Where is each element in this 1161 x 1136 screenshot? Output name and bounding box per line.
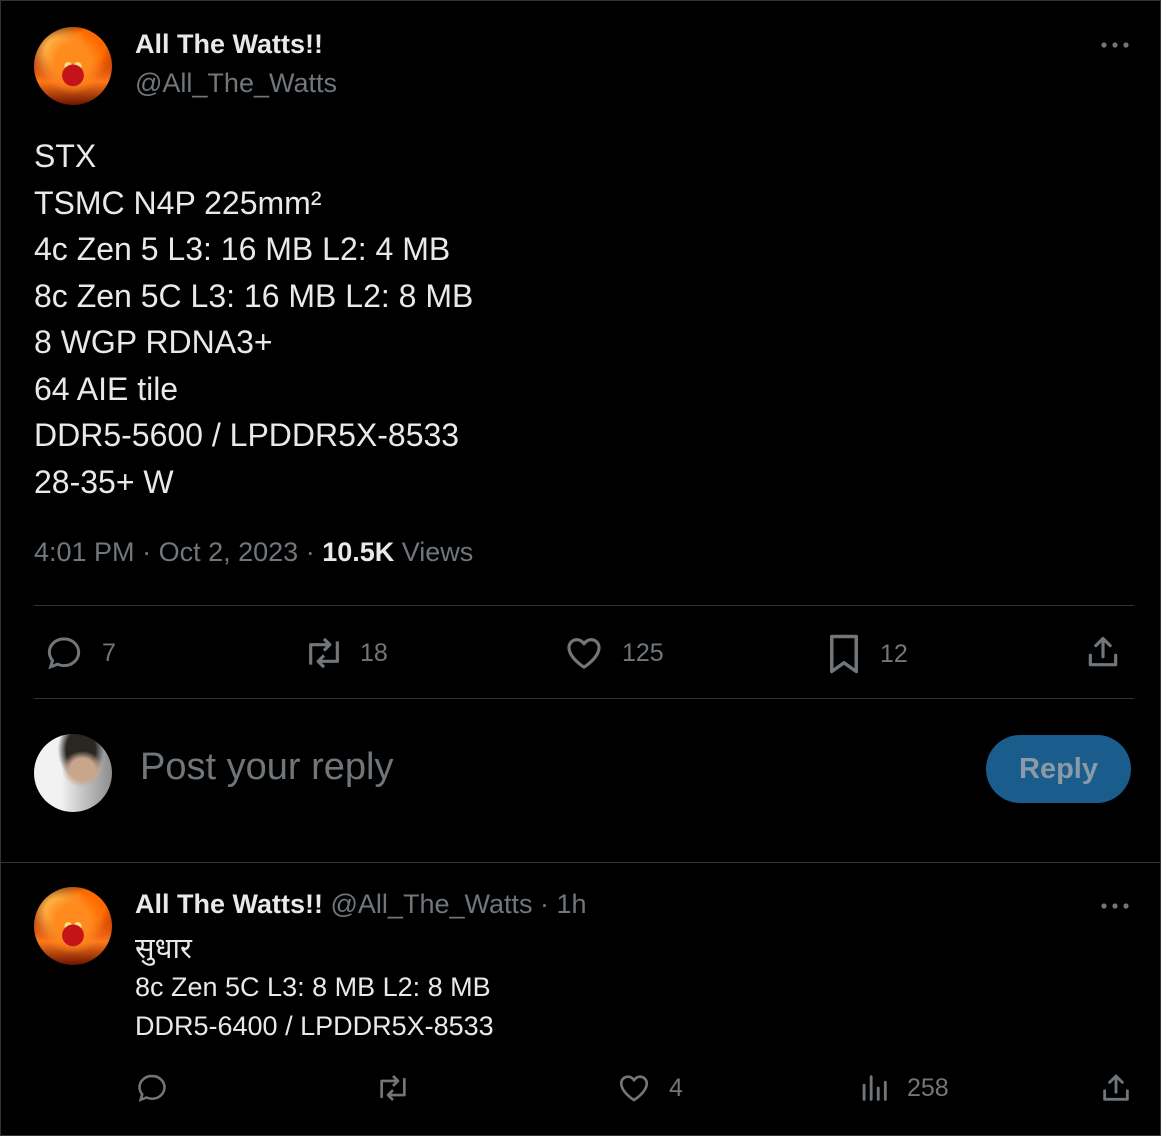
tweet-text: STX TSMC N4P 225mm² 4c Zen 5 L3: 16 MB L… [34, 133, 473, 505]
like-action[interactable]: 125 [564, 633, 664, 673]
tweet-line: STX [34, 138, 97, 174]
reply-count: 7 [102, 638, 116, 667]
current-user-avatar[interactable] [34, 734, 112, 812]
repost-icon [380, 1075, 406, 1101]
views-count: 10.5K [322, 537, 395, 567]
tweet-line: 8 WGP RDNA3+ [34, 324, 273, 360]
separator-dot: · [305, 537, 323, 567]
reply-repost-action[interactable] [374, 1071, 412, 1105]
reply-share-action[interactable] [1099, 1071, 1133, 1105]
tweet-detail-panel: All The Watts!! @All_The_Watts STX TSMC … [0, 0, 1161, 1136]
divider [34, 605, 1134, 606]
tweet-line: 8c Zen 5C L3: 16 MB L2: 8 MB [34, 277, 474, 314]
reply-line: DDR5-6400 / LPDDR5X-8533 [135, 1011, 494, 1041]
bookmark-action[interactable]: 12 [826, 633, 908, 675]
share-icon [1103, 1074, 1129, 1101]
bookmark-count: 12 [880, 639, 908, 668]
reply-button[interactable]: Reply [986, 735, 1131, 803]
tweet-line: 64 AIE tile [34, 370, 179, 407]
views-count: 258 [907, 1073, 949, 1102]
separator-dot: · [540, 889, 550, 919]
reply-author-name: All The Watts!! @All_The_Watts · 1h [135, 889, 587, 920]
repost-count: 18 [360, 638, 388, 667]
more-options-icon[interactable] [1100, 40, 1130, 50]
repost-action[interactable]: 18 [302, 633, 388, 673]
reply-like-action[interactable]: 4 [617, 1071, 683, 1105]
reply-author-handle[interactable]: @All_The_Watts [331, 889, 533, 919]
heart-icon [567, 638, 601, 669]
reply-line: 8c Zen 5C L3: 8 MB L2: 8 MB [135, 972, 491, 1002]
author-handle[interactable]: @All_The_Watts [135, 68, 337, 99]
divider [34, 698, 1134, 699]
reply-text: सुधार 8c Zen 5C L3: 8 MB L2: 8 MB DDR5-6… [135, 929, 494, 1046]
reply-time[interactable]: 1h [557, 889, 587, 919]
share-icon [1088, 636, 1118, 667]
reply-author-name-text[interactable]: All The Watts!! [135, 889, 323, 919]
author-avatar[interactable] [34, 27, 112, 105]
reply-views-action[interactable]: 258 [859, 1071, 949, 1105]
reply-line: सुधार [135, 931, 192, 965]
reply-input[interactable]: Post your reply [140, 746, 393, 789]
divider [1, 862, 1160, 863]
reply-icon [138, 1074, 166, 1102]
views-label: Views [401, 537, 474, 567]
tweet-line: DDR5-5600 / LPDDR5X-8533 [34, 417, 460, 453]
tweet-date[interactable]: Oct 2, 2023 [159, 537, 299, 567]
tweet-line: 4c Zen 5 L3: 16 MB L2: 4 MB [34, 231, 451, 267]
tweet-time[interactable]: 4:01 PM [34, 537, 135, 567]
share-action[interactable] [1084, 633, 1122, 671]
repost-icon [309, 637, 339, 669]
reply-icon [47, 637, 81, 670]
reply-action[interactable]: 7 [44, 633, 116, 673]
analytics-icon [862, 1075, 887, 1101]
more-options-icon[interactable] [1100, 901, 1130, 911]
bookmark-icon [830, 634, 858, 674]
reply-author-avatar[interactable] [34, 887, 112, 965]
author-name[interactable]: All The Watts!! [135, 29, 323, 60]
reply-reply-action[interactable] [135, 1071, 169, 1105]
tweet-meta: 4:01 PM · Oct 2, 2023 · 10.5K Views [34, 537, 473, 568]
like-count: 4 [669, 1073, 683, 1102]
tweet-line: TSMC N4P 225mm² [34, 184, 322, 221]
tweet-line: 28-35+ W [34, 463, 174, 500]
heart-icon [619, 1075, 649, 1102]
like-count: 125 [622, 638, 664, 667]
separator-dot: · [142, 537, 159, 567]
